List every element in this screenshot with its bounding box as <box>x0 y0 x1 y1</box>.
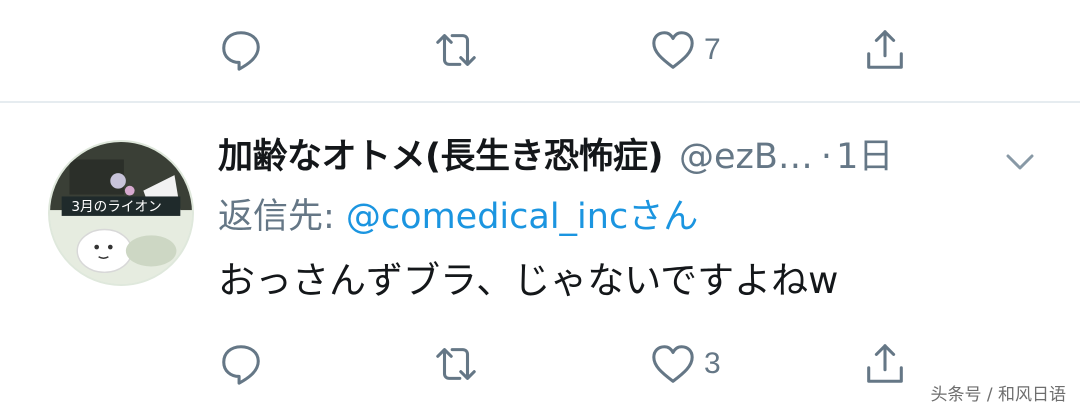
reply-prefix: 返信先: <box>218 197 346 237</box>
reply-button[interactable] <box>218 20 264 80</box>
reply-context: 返信先: @comedical_incさん <box>218 188 1058 240</box>
reply-icon <box>222 345 260 385</box>
tweet-text: おっさんずブラ、じゃないですよねw <box>218 259 839 302</box>
watermark: 头条号 / 和风日语 <box>930 385 1066 405</box>
tweet-header: 加齢なオトメ(長生き恐怖症) @ezB… · 1日 <box>218 128 1058 182</box>
share-button[interactable] <box>862 20 908 80</box>
heart-icon <box>652 31 694 69</box>
user-handle[interactable]: @ezB… <box>679 137 813 177</box>
reply-button[interactable] <box>218 334 264 394</box>
avatar[interactable]: 3月のライオン <box>48 140 194 286</box>
like-button[interactable]: 7 <box>650 20 721 80</box>
chevron-down-icon <box>1006 154 1034 170</box>
tweet-action-bar: 3 <box>0 334 1080 394</box>
retweet-icon <box>436 348 476 380</box>
like-count: 3 <box>704 347 721 380</box>
retweet-button[interactable] <box>433 334 479 394</box>
share-button[interactable] <box>862 334 908 394</box>
top-tweet-action-bar: 7 <box>0 20 1080 80</box>
reply-icon <box>222 31 260 71</box>
like-count: 7 <box>704 33 721 66</box>
display-name[interactable]: 加齢なオトメ(長生き恐怖症) <box>218 128 664 179</box>
retweet-icon <box>436 34 476 66</box>
tweet-divider <box>0 101 1080 103</box>
share-icon <box>867 30 903 69</box>
tweet[interactable]: 加齢なオトメ(長生き恐怖症) @ezB… · 1日 返信先: @comedica… <box>218 128 1058 304</box>
avatar-title-text: 3月のライオン <box>71 199 161 215</box>
avatar-image: 3月のライオン <box>50 142 192 284</box>
like-button[interactable]: 3 <box>650 334 721 394</box>
reply-suffix[interactable]: さん <box>628 197 698 237</box>
tweet-menu-button[interactable] <box>1000 142 1040 182</box>
timestamp[interactable]: 1日 <box>836 128 893 179</box>
retweet-button[interactable] <box>433 20 479 80</box>
reply-mention-link[interactable]: @comedical_inc <box>346 197 628 237</box>
heart-icon <box>652 345 694 383</box>
share-icon <box>867 344 903 383</box>
separator-dot: · <box>820 137 833 177</box>
